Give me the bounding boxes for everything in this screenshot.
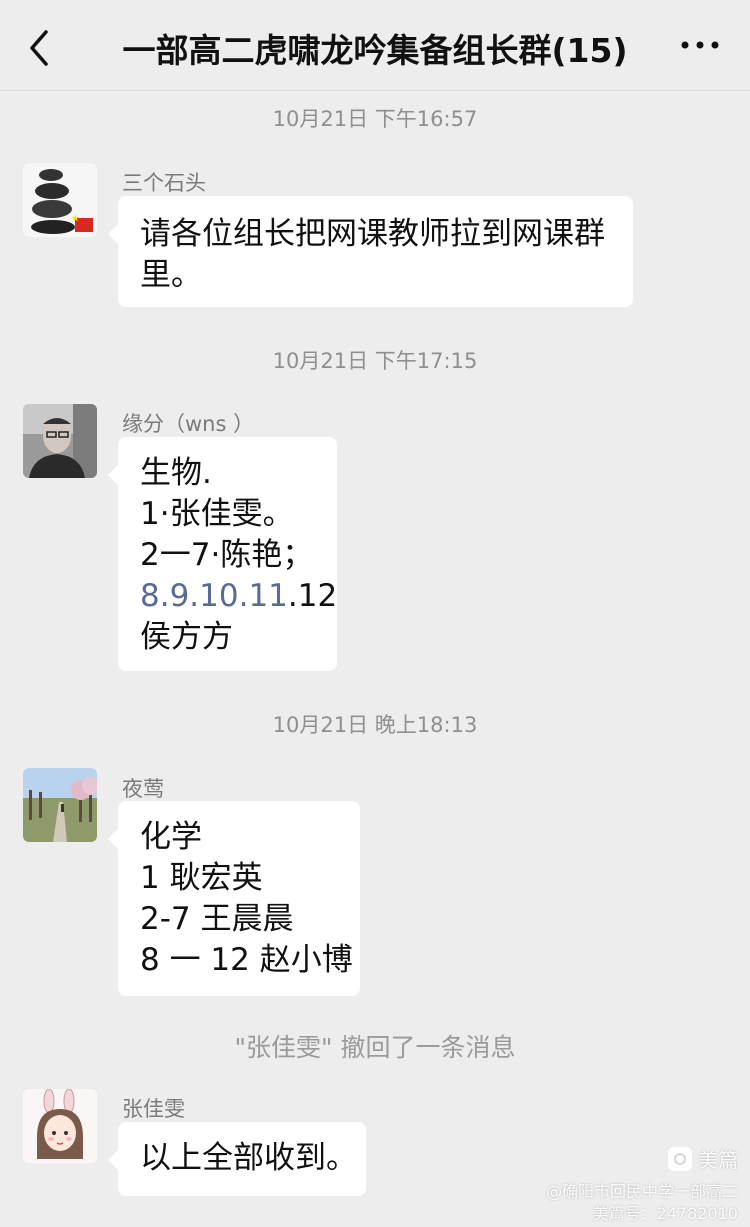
message-line: 请各位组长把网课教师拉到网课群	[140, 216, 605, 252]
sender-name: 三个石头	[122, 171, 206, 195]
watermark-line: 美篇号：24782010	[592, 1204, 738, 1223]
message-bubble[interactable]: 以上全部收到。	[108, 1122, 366, 1196]
message-line: 8 一 12 赵小博	[140, 942, 353, 978]
message-line: 以上全部收到。	[140, 1140, 357, 1176]
message-line: 生物.	[140, 455, 212, 491]
chat-title: 一部高二虎啸龙吟集备组长群(15)	[122, 31, 628, 70]
number-link[interactable]: 8.9.10.11	[140, 578, 288, 614]
timestamp: 10月21日 下午17:15	[272, 349, 478, 373]
stones-avatar[interactable]	[23, 163, 97, 237]
watermark-brand: 美篇	[698, 1148, 738, 1172]
message-line: 侯方方	[140, 619, 233, 655]
landscape-image	[23, 768, 97, 842]
timestamp: 10月21日 下午16:57	[272, 107, 478, 131]
message-bubble[interactable]: 请各位组长把网课教师拉到网课群 里。	[108, 196, 633, 307]
message-line: 1·张佳雯。	[140, 496, 294, 532]
message-bubble[interactable]: 生物. 1·张佳雯。 2一7·陈艳； 8.9.10.11.12 侯方方	[108, 437, 337, 671]
cartoon-girl-image	[23, 1089, 97, 1163]
man-photo-image	[23, 404, 97, 478]
message-line: 里。	[140, 257, 202, 293]
chat-header: 一部高二虎啸龙吟集备组长群(15)	[0, 0, 750, 91]
more-dots-icon[interactable]	[680, 38, 720, 52]
stones-avatar-image	[23, 163, 97, 237]
sender-name: 缘分（wns ）	[122, 412, 255, 436]
timestamp: 10月21日 晚上18:13	[272, 713, 478, 737]
watermark-line: @确阳市回民中学一部高二	[545, 1182, 738, 1201]
message-bubble[interactable]: 化学 1 耿宏英 2-7 王晨晨 8 一 12 赵小博	[108, 801, 360, 996]
meipian-logo-icon	[668, 1146, 692, 1171]
sender-name: 张佳雯	[122, 1097, 185, 1121]
watermark-logo: 美篇	[668, 1144, 738, 1173]
landscape-avatar[interactable]	[23, 768, 97, 842]
sender-name: 夜莺	[122, 777, 164, 801]
cartoon-girl-avatar[interactable]	[23, 1089, 97, 1163]
message-text: .12	[287, 578, 338, 614]
recall-notice: "张佳雯" 撤回了一条消息	[234, 1033, 516, 1062]
message-line: 2一7·陈艳；	[140, 537, 314, 573]
message-line: 1 耿宏英	[140, 860, 263, 896]
message-line: 化学	[140, 819, 202, 855]
man-photo-avatar[interactable]	[23, 404, 97, 478]
message-line: 8.9.10.11.12	[140, 576, 337, 617]
message-line: 2-7 王晨晨	[140, 901, 294, 937]
chevron-left-icon[interactable]	[22, 28, 62, 68]
